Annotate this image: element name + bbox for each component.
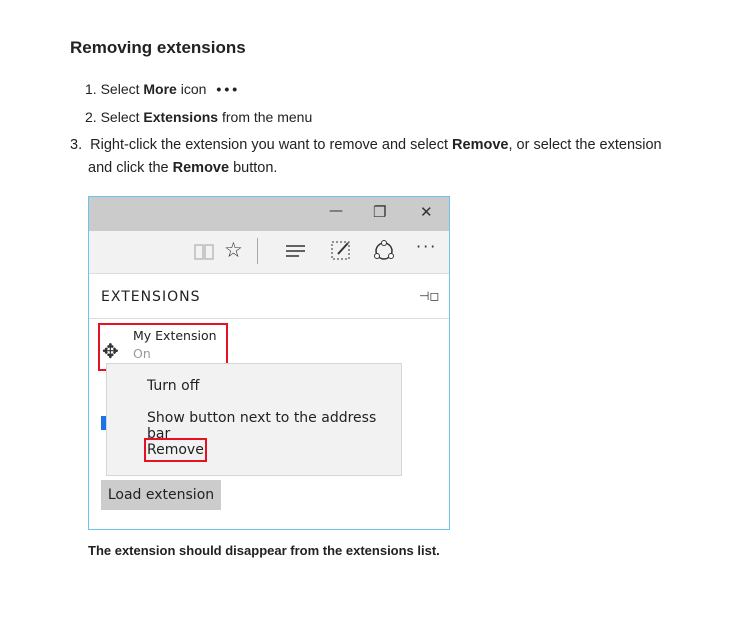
extension-name: My Extension (133, 328, 217, 343)
minimize-icon[interactable]: — (329, 203, 343, 219)
menu-item-turn-off[interactable]: Turn off (147, 378, 199, 394)
caption: The extension should disappear from the … (88, 543, 440, 558)
close-icon[interactable]: ✕ (420, 203, 433, 221)
restore-icon[interactable]: ❐ (373, 203, 386, 221)
browser-screenshot: — ❐ ✕ ☆ ··· EXTENSIONS ⊣◻ ✥ My Extension… (88, 196, 450, 530)
divider (89, 318, 449, 319)
pin-icon[interactable]: ⊣◻ (419, 289, 439, 303)
step-3: 3. Right-click the extension you want to… (70, 137, 662, 176)
title-bar: — ❐ ✕ (89, 197, 449, 231)
puzzle-piece-icon: ✥ (102, 339, 119, 363)
step-2: 2. Select Extensions from the menu (85, 109, 313, 125)
web-note-icon[interactable] (330, 239, 352, 263)
toolbar: ☆ ··· (89, 231, 449, 274)
section-heading: Removing extensions (70, 38, 246, 57)
hub-icon[interactable] (285, 243, 307, 259)
share-icon[interactable] (372, 239, 396, 263)
reading-view-icon[interactable] (193, 242, 215, 262)
menu-item-remove[interactable]: Remove (144, 438, 207, 462)
panel-title: EXTENSIONS (101, 289, 201, 305)
context-menu: Turn off Show button next to the address… (106, 363, 402, 476)
extension-status: On (133, 346, 151, 361)
toolbar-divider (257, 238, 258, 264)
more-dots-icon: ••• (216, 81, 241, 97)
step-1: 1. Select More icon ••• (85, 81, 241, 97)
favorites-star-icon[interactable]: ☆ (224, 238, 243, 262)
more-icon[interactable]: ··· (416, 237, 437, 256)
load-extension-button[interactable]: Load extension (101, 480, 221, 510)
